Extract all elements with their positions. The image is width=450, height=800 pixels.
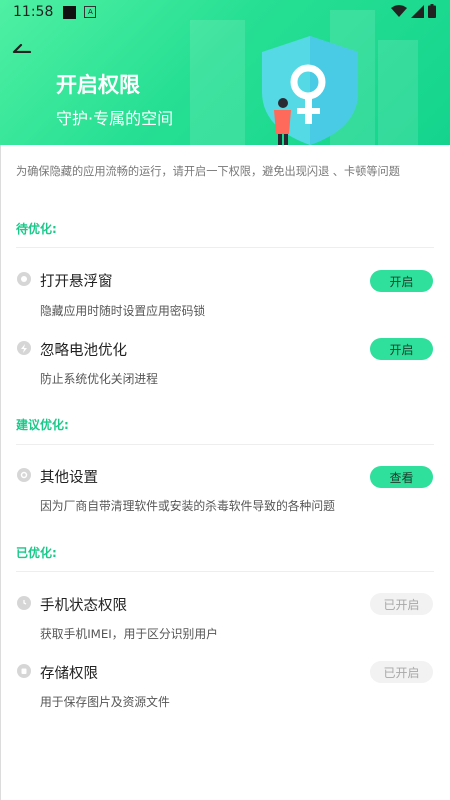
notification-icon <box>63 5 77 19</box>
back-arrow-icon <box>12 43 32 53</box>
battery-icon <box>17 341 31 355</box>
divider <box>16 444 434 445</box>
section-title-suggested: 建议优化: <box>16 418 69 432</box>
item-desc: 隐藏应用时随时设置应用密码锁 <box>40 304 206 318</box>
shield-illustration <box>262 36 358 145</box>
enabled-button[interactable]: 已开启 <box>370 661 433 683</box>
status-icons <box>391 4 436 18</box>
phone-state-icon <box>17 596 31 610</box>
app-notification-icon: A <box>84 6 97 18</box>
back-button[interactable] <box>8 34 36 58</box>
item-title: 打开悬浮窗 <box>40 274 113 290</box>
signal-icon <box>411 4 424 18</box>
building-decoration <box>378 40 418 145</box>
item-title: 手机状态权限 <box>40 598 127 614</box>
item-desc: 获取手机IMEI，用于区分识别用户 <box>40 627 218 641</box>
status-time: 11:58 <box>13 4 54 20</box>
intro-text: 为确保隐藏的应用流畅的运行，请开启一下权限，避免出现闪退 、卡顿等问题 <box>16 165 400 178</box>
enable-button[interactable]: 开启 <box>370 270 433 292</box>
view-button[interactable]: 查看 <box>370 466 433 488</box>
page-title: 开启权限 <box>56 73 140 97</box>
building-decoration <box>190 20 245 145</box>
divider <box>16 571 434 572</box>
storage-icon <box>17 664 31 678</box>
item-desc: 防止系统优化关闭进程 <box>40 372 158 386</box>
status-bar: 11:58 A <box>0 0 450 24</box>
settings-icon <box>17 468 31 482</box>
item-desc: 用于保存图片及资源文件 <box>40 695 170 709</box>
enable-button[interactable]: 开启 <box>370 338 433 360</box>
enabled-button[interactable]: 已开启 <box>370 593 433 615</box>
item-title: 其他设置 <box>40 470 98 486</box>
wifi-icon <box>391 4 407 17</box>
section-title-pending: 待优化: <box>16 222 57 236</box>
window-icon <box>17 272 31 286</box>
item-title: 存储权限 <box>40 666 98 682</box>
item-title: 忽略电池优化 <box>40 343 127 359</box>
section-title-done: 已优化: <box>16 546 57 560</box>
divider <box>16 247 434 248</box>
edge-line <box>0 145 1 800</box>
page-subtitle: 守护·专属的空间 <box>56 109 174 128</box>
battery-status-icon <box>428 4 436 18</box>
item-desc: 因为厂商自带清理软件或安装的杀毒软件导致的各种问题 <box>40 499 335 513</box>
